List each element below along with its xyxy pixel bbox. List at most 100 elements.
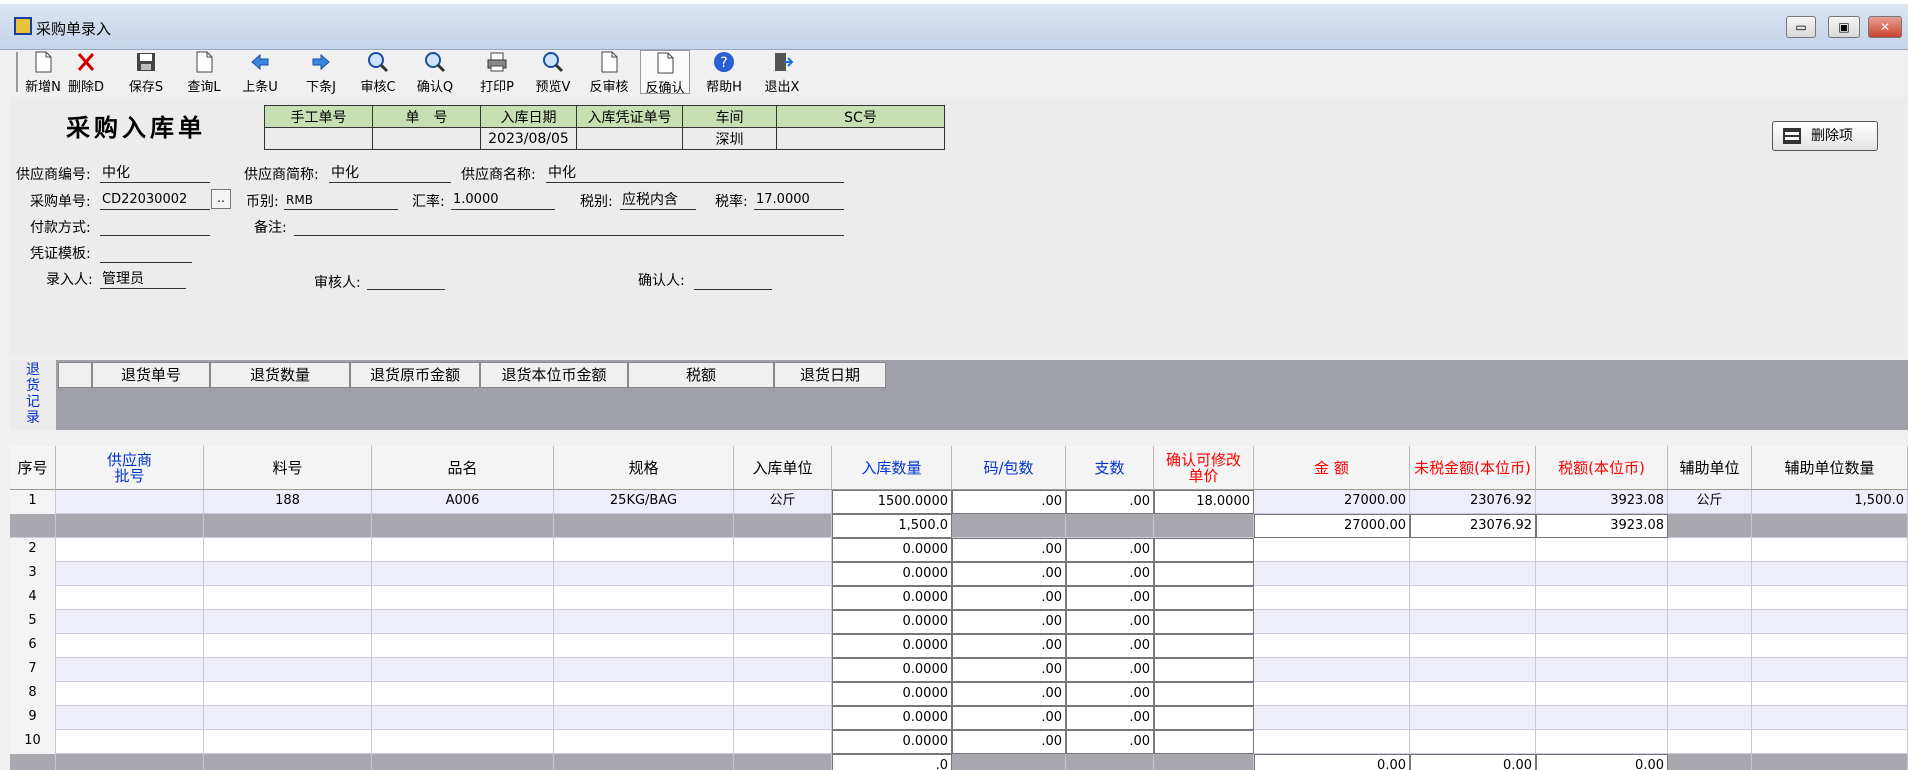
grid-cell[interactable]: 1500.0000 [832,490,952,514]
workshop-input[interactable]: 深圳 [682,127,777,150]
grid-cell[interactable]: 公斤 [734,490,832,514]
grid-cell[interactable]: .00 [952,562,1066,586]
toolbar-button-2[interactable]: 保存S [124,50,168,95]
grid-cell[interactable] [1668,658,1752,682]
grid-cell[interactable] [1254,658,1410,682]
grid-cell[interactable] [1668,706,1752,730]
grid-col-header[interactable]: 金 额 [1254,446,1410,490]
grid-cell[interactable] [1752,586,1908,610]
grid-cell[interactable]: .00 [952,490,1066,514]
toolbar-button-13[interactable]: 退出X [760,50,804,95]
grid-cell[interactable] [1410,682,1536,706]
grid-cell[interactable] [554,586,734,610]
grid-cell[interactable]: 0.0000 [832,610,952,634]
grid-cell[interactable] [372,610,554,634]
grid-cell[interactable] [56,754,204,770]
grid-cell[interactable] [372,730,554,754]
grid-cell[interactable] [1668,562,1752,586]
rate-field[interactable]: 1.0000 [451,190,555,210]
confirmer-field[interactable] [694,270,772,290]
grid-cell[interactable] [554,754,734,770]
grid-col-header[interactable]: 入库单位 [734,446,832,490]
grid-cell[interactable]: .00 [952,658,1066,682]
grid-cell[interactable] [554,634,734,658]
grid-cell[interactable] [204,562,372,586]
grid-cell[interactable] [1410,634,1536,658]
toolbar-button-6[interactable]: 审核C [356,50,400,95]
grid-cell[interactable] [1536,682,1668,706]
grid-cell[interactable] [1254,682,1410,706]
grid-cell[interactable]: 0.0000 [832,658,952,682]
toolbar-button-0[interactable]: 新增N [20,50,66,95]
grid-cell[interactable] [1536,538,1668,562]
toolbar-button-1[interactable]: 删除D [64,50,108,95]
grid-cell[interactable]: 23076.92 [1410,514,1536,538]
grid-cell[interactable] [204,634,372,658]
po-lookup-button[interactable]: .. [211,189,231,209]
grid-cell[interactable] [734,682,832,706]
grid-cell[interactable] [56,706,204,730]
grid-cell[interactable] [1154,586,1254,610]
grid-col-header[interactable]: 税额(本位币) [1536,446,1668,490]
grid-cell[interactable] [1668,514,1752,538]
grid-cell[interactable]: 3923.08 [1536,514,1668,538]
grid-cell[interactable]: .00 [952,586,1066,610]
grid-cell[interactable] [1536,562,1668,586]
grid-cell[interactable]: .00 [1066,490,1154,514]
grid-cell[interactable] [372,634,554,658]
doc-no-input[interactable] [372,127,481,150]
grid-cell[interactable] [56,634,204,658]
grid-cell[interactable] [1668,682,1752,706]
tax-type-field[interactable]: 应税内含 [620,190,696,210]
supplier-short-field[interactable]: 中化 [329,163,451,183]
grid-cell[interactable]: 1,500.0 [832,514,952,538]
manual-no-input[interactable] [264,127,373,150]
payment-field[interactable] [100,216,210,236]
grid-cell[interactable] [56,562,204,586]
grid-col-header[interactable]: 料号 [204,446,372,490]
grid-cell[interactable] [1154,634,1254,658]
grid-cell[interactable] [1536,658,1668,682]
toolbar-button-3[interactable]: 查询L [182,50,226,95]
grid-cell[interactable] [734,610,832,634]
grid-cell[interactable]: .00 [1066,586,1154,610]
grid-cell[interactable] [1254,706,1410,730]
grid-cell[interactable] [1254,538,1410,562]
grid-cell[interactable]: 27000.00 [1254,514,1410,538]
grid-cell[interactable] [204,682,372,706]
grid-cell[interactable] [1410,538,1536,562]
grid-cell[interactable]: 188 [204,490,372,514]
grid-cell[interactable] [1752,754,1908,770]
grid-cell[interactable]: .00 [1066,658,1154,682]
grid-col-header[interactable]: 供应商 批号 [56,446,204,490]
grid-cell[interactable] [734,754,832,770]
date-input[interactable]: 2023/08/05 [480,127,577,150]
grid-cell[interactable] [554,538,734,562]
grid-cell[interactable] [734,514,832,538]
grid-cell[interactable] [734,730,832,754]
grid-cell[interactable] [1154,610,1254,634]
grid-cell[interactable] [1536,634,1668,658]
grid-cell[interactable]: .00 [952,730,1066,754]
grid-cell[interactable] [1254,610,1410,634]
grid-cell[interactable] [372,658,554,682]
grid-cell[interactable] [554,514,734,538]
grid-cell[interactable] [204,754,372,770]
grid-cell[interactable] [1410,706,1536,730]
grid-cell[interactable]: 0.00 [1536,754,1668,770]
grid-cell[interactable] [1154,730,1254,754]
grid-cell[interactable] [56,490,204,514]
grid-cell[interactable] [554,562,734,586]
grid-cell[interactable] [1752,514,1908,538]
grid-cell[interactable] [1066,754,1154,770]
grid-cell[interactable] [1154,682,1254,706]
toolbar-button-12[interactable]: ? 帮助H [704,50,744,95]
tax-rate-field[interactable]: 17.0000 [754,190,844,210]
grid-cell[interactable] [1066,514,1154,538]
grid-cell[interactable] [1752,730,1908,754]
grid-cell[interactable] [56,730,204,754]
grid-cell[interactable]: 0.00 [1254,754,1410,770]
grid-cell[interactable] [372,562,554,586]
grid-cell[interactable]: .00 [1066,730,1154,754]
grid-cell[interactable] [1536,730,1668,754]
